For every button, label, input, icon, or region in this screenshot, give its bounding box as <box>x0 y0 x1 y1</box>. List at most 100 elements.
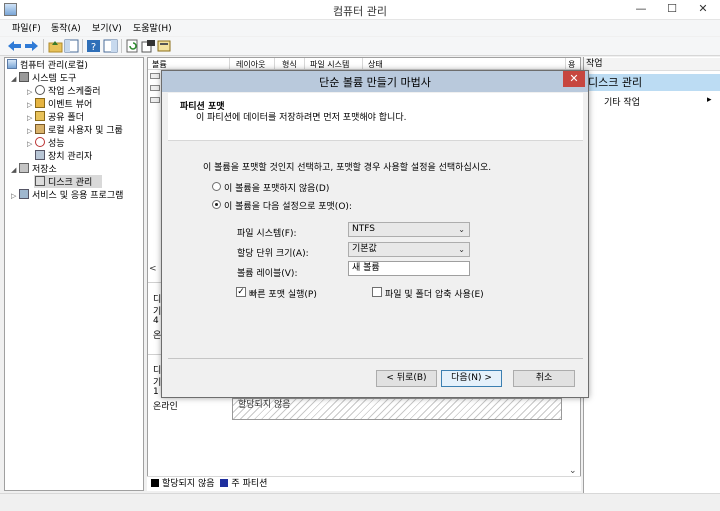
allocation-unit-select[interactable]: 기본값 ⌄ <box>348 242 470 257</box>
collapsed-arrow-icon[interactable]: ▷ <box>27 125 35 137</box>
storage-icon <box>19 163 29 173</box>
partition-status: 할당되지 않음 <box>238 400 291 410</box>
legend-bar: 할당되지 않음 주 파티션 <box>147 476 581 491</box>
export-list-icon[interactable] <box>141 39 156 53</box>
compression-label[interactable]: 파일 및 폴더 압축 사용(E) <box>385 287 484 300</box>
volume-icon <box>150 85 160 91</box>
back-icon[interactable] <box>7 39 22 53</box>
volume-icon <box>150 73 160 79</box>
clock-icon <box>35 85 45 95</box>
tree-item-shared-folders[interactable]: ▷ 공유 폴더 <box>27 111 84 124</box>
disk-properties-icon[interactable] <box>157 39 172 53</box>
quick-format-checkbox[interactable]: ✓ <box>236 287 246 297</box>
window-title: 컴퓨터 관리 <box>332 5 388 18</box>
minimize-button[interactable]: — <box>626 0 656 19</box>
refresh-icon[interactable] <box>125 39 140 53</box>
primary-partition-swatch <box>220 479 229 487</box>
column-divider[interactable] <box>362 58 363 70</box>
quick-format-label[interactable]: 빠른 포맷 실행(P) <box>249 287 317 300</box>
collapsed-arrow-icon[interactable]: ▷ <box>11 190 19 202</box>
radio-no-format[interactable] <box>212 182 221 191</box>
dialog-title: 단순 볼륨 만들기 마법사 <box>319 76 431 89</box>
scroll-left-arrow[interactable]: < <box>149 264 157 274</box>
shared-folder-icon <box>35 111 45 121</box>
back-button[interactable]: < 뒤로(B) <box>376 370 437 387</box>
format-instruction: 이 볼륨을 포맷할 것인지 선택하고, 포맷할 경우 사용할 설정을 선택하십시… <box>203 163 492 173</box>
column-divider[interactable] <box>274 58 275 70</box>
maximize-button[interactable]: ☐ <box>657 0 687 19</box>
device-manager-icon <box>35 150 45 160</box>
cancel-button[interactable]: 취소 <box>513 370 575 387</box>
submenu-arrow-icon: ▸ <box>707 95 712 105</box>
bottom-status-strip <box>0 493 720 511</box>
actions-disk-management[interactable]: 디스크 관리 <box>584 74 720 91</box>
tree-item-local-users[interactable]: ▷ 로컬 사용자 및 그룹 <box>27 124 123 137</box>
radio-format[interactable] <box>212 200 221 209</box>
column-status[interactable]: 상태 <box>368 59 383 70</box>
allocation-unit-label: 할당 단위 크기(A): <box>237 249 309 259</box>
actions-more-actions[interactable]: 기타 작업 <box>604 95 640 108</box>
column-capacity[interactable]: 용 <box>568 59 575 70</box>
properties-pane-icon[interactable] <box>103 39 118 53</box>
expanded-arrow-icon[interactable]: ◢ <box>11 164 19 176</box>
tree-item-task-scheduler[interactable]: ▷ 작업 스케줄러 <box>27 85 101 98</box>
up-folder-icon[interactable] <box>48 39 63 53</box>
forward-icon[interactable] <box>24 39 39 53</box>
collapsed-arrow-icon[interactable]: ▷ <box>27 86 35 98</box>
collapsed-arrow-icon[interactable]: ▷ <box>27 112 35 124</box>
compression-checkbox[interactable] <box>372 287 382 297</box>
menu-help[interactable]: 도움말(H) <box>133 21 172 34</box>
tree-root-computer-management[interactable]: 컴퓨터 관리(로컬) <box>7 59 88 72</box>
tree-item-performance[interactable]: ▷ 성능 <box>27 137 65 150</box>
disk-0-size: 4 <box>153 316 159 326</box>
event-viewer-icon <box>35 98 45 108</box>
tree-item-event-viewer[interactable]: ▷ 이벤트 뷰어 <box>27 98 92 111</box>
column-file-system[interactable]: 파일 시스템 <box>310 59 349 70</box>
toolbar-separator <box>43 39 44 53</box>
toolbar-separator <box>121 39 122 53</box>
actions-pane <box>583 57 720 511</box>
volume-label-input[interactable]: 새 볼륨 <box>348 261 470 276</box>
menu-action[interactable]: 동작(A) <box>51 21 81 34</box>
tree-item-device-manager[interactable]: 장치 관리자 <box>35 150 92 163</box>
tree-item-system-tools[interactable]: ◢ 시스템 도구 <box>11 72 76 85</box>
tree-item-disk-management[interactable]: 디스크 관리 <box>35 176 92 189</box>
scroll-down-arrow[interactable]: ⌄ <box>569 466 577 476</box>
file-system-label: 파일 시스템(F): <box>237 229 297 239</box>
menu-view[interactable]: 보기(V) <box>92 21 122 34</box>
disk-management-icon <box>35 176 45 186</box>
volume-label-label: 볼륨 레이블(V): <box>237 269 298 279</box>
tree-item-services-apps[interactable]: ▷ 서비스 및 응용 프로그램 <box>11 189 123 202</box>
column-divider[interactable] <box>304 58 305 70</box>
column-type[interactable]: 형식 <box>282 59 297 70</box>
column-divider[interactable] <box>229 58 230 70</box>
tools-icon <box>19 72 29 82</box>
performance-icon <box>35 137 45 147</box>
column-volume[interactable]: 볼륨 <box>152 59 167 70</box>
computer-management-icon <box>7 59 17 69</box>
dialog-close-button[interactable]: ✕ <box>563 71 585 87</box>
show-hide-console-tree-icon[interactable] <box>64 39 79 53</box>
expanded-arrow-icon[interactable]: ◢ <box>11 73 19 85</box>
unallocated-swatch <box>151 479 159 487</box>
svg-text:?: ? <box>91 42 96 53</box>
column-divider[interactable] <box>565 58 566 70</box>
file-system-select[interactable]: NTFS ⌄ <box>348 222 470 237</box>
services-icon <box>19 189 29 199</box>
actions-header: 작업 <box>584 58 720 71</box>
disk-1-size: 1 <box>153 387 159 397</box>
dialog-header-subtitle: 이 파티션에 데이터를 저장하려면 먼저 포맷해야 합니다. <box>196 113 407 123</box>
collapsed-arrow-icon[interactable]: ▷ <box>27 138 35 150</box>
menu-file[interactable]: 파일(F) <box>12 21 41 34</box>
column-layout[interactable]: 레이아웃 <box>236 59 265 70</box>
chevron-down-icon: ⌄ <box>458 225 465 234</box>
radio-format-label[interactable]: 이 볼륨을 다음 설정으로 포맷(O): <box>224 199 352 212</box>
legend-unallocated: 할당되지 않음 <box>162 479 215 489</box>
help-icon[interactable]: ? <box>86 39 101 53</box>
users-icon <box>35 124 45 134</box>
radio-no-format-label[interactable]: 이 볼륨을 포맷하지 않음(D) <box>224 181 329 194</box>
collapsed-arrow-icon[interactable]: ▷ <box>27 99 35 111</box>
disk-1-status: 온라인 <box>153 402 178 412</box>
close-button[interactable]: ✕ <box>688 0 718 19</box>
next-button[interactable]: 다음(N) > <box>441 370 502 387</box>
